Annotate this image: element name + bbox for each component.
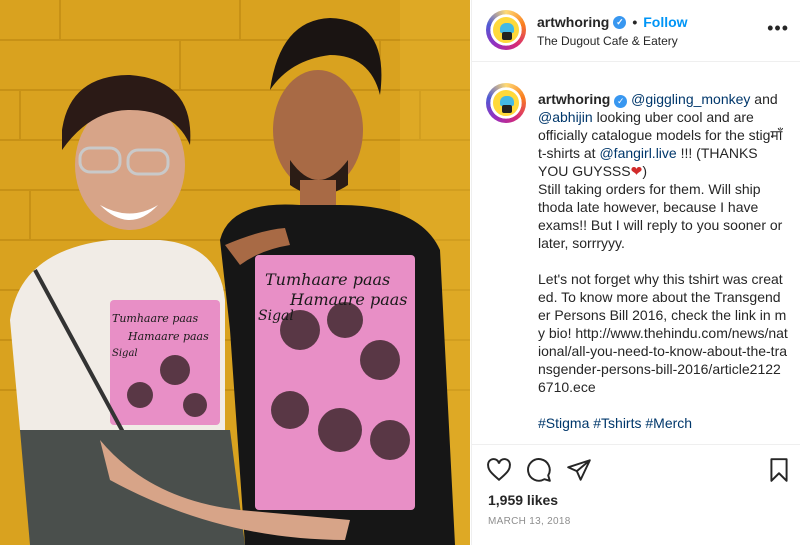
heart-outline-icon[interactable] [486,457,512,483]
verified-badge-icon: ✓ [613,15,627,29]
mention-link[interactable]: @abhijin [538,109,593,125]
heart-emoji-icon: ❤ [630,163,643,179]
post-photo[interactable]: Tumhaare paas Hamaare paas Sigal Tumhaar… [0,0,470,545]
svg-text:Sigal: Sigal [258,308,294,324]
post-date[interactable]: MARCH 13, 2018 [488,516,571,527]
author-avatar[interactable] [486,10,526,50]
svg-text:Tumhaare paas: Tumhaare paas [112,312,198,325]
post-actions: 1,959 likes MARCH 13, 2018 [472,444,800,545]
hashtag-links[interactable]: #Stigma #Tshirts #Merch [538,414,788,432]
author-line: artwhoring ✓ • Follow [537,14,688,30]
svg-text:Tumhaare paas: Tumhaare paas [265,270,390,289]
caption-fragment: and [750,91,778,107]
svg-text:Sigal: Sigal [112,348,138,359]
likes-count[interactable]: 1,959 likes [488,492,558,508]
caption-fragment: ) [642,163,647,179]
post-header: artwhoring ✓ • Follow The Dugout Cafe & … [472,0,800,62]
separator-dot: • [632,14,638,30]
caption-text: artwhoring ✓ @giggling_monkey and @abhij… [538,90,788,432]
caption-paragraph: Let's not forget why this tshirt was cre… [538,271,788,395]
caption-paragraph: Still taking orders for them. Will ship … [538,181,783,251]
bookmark-icon[interactable] [766,457,792,483]
comments-area[interactable]: artwhoring ✓ @giggling_monkey and @abhij… [472,63,800,443]
post-sidebar: artwhoring ✓ • Follow The Dugout Cafe & … [471,0,800,545]
mention-link[interactable]: @giggling_monkey [631,91,750,107]
verified-badge-icon: ✓ [614,95,628,108]
caption-username[interactable]: artwhoring [538,91,610,107]
post-image: Tumhaare paas Hamaare paas Sigal Tumhaar… [0,0,470,545]
comment-icon[interactable] [526,457,552,483]
svg-text:Hamaare paas: Hamaare paas [289,290,407,309]
author-username[interactable]: artwhoring [537,14,609,30]
mention-link[interactable]: @fangirl.live [599,145,676,161]
follow-button[interactable]: Follow [643,14,687,30]
svg-text:Hamaare paas: Hamaare paas [127,330,209,343]
caption-avatar[interactable] [486,83,526,123]
location-link[interactable]: The Dugout Cafe & Eatery [537,34,678,48]
paper-plane-icon[interactable] [566,457,592,483]
more-options-icon[interactable]: ••• [767,18,789,39]
